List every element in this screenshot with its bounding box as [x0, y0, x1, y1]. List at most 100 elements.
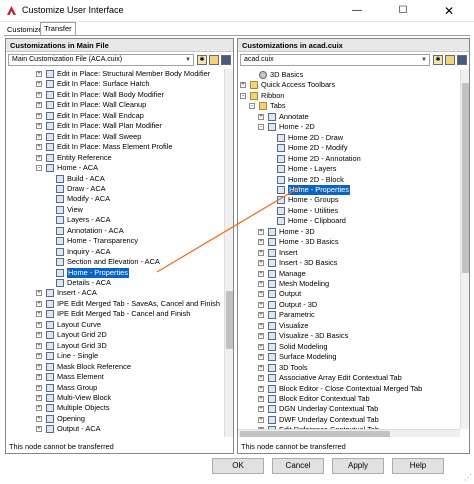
tree-node[interactable]: + Multiple Objects — [6, 403, 224, 413]
expand-icon[interactable]: + — [258, 249, 264, 256]
tree-node[interactable]: Home - Clipboard — [238, 216, 460, 226]
tree-node[interactable]: + Mask Block Reference — [6, 362, 224, 372]
tree-node[interactable]: + Line - Single — [6, 351, 224, 361]
maximize-icon[interactable]: ☐ — [380, 0, 426, 22]
tree-node[interactable]: + Edit In Place: Wall Plan Modifier — [6, 121, 224, 131]
tree-node[interactable]: Home - Utilities — [238, 206, 460, 216]
expand-icon[interactable]: + — [36, 415, 42, 422]
tree-node[interactable]: + Multi-View Block — [6, 393, 224, 403]
tree-node[interactable]: + Home - 3D Basics — [238, 237, 460, 247]
tree-node[interactable]: + DGN Underlay Contextual Tab — [238, 404, 460, 414]
tree-node[interactable]: Annotation - ACA — [6, 226, 224, 236]
tree-node[interactable]: + Edit In Place: Wall Cleanup — [6, 100, 224, 110]
expand-icon[interactable]: + — [36, 71, 42, 77]
apply-button[interactable]: Apply — [332, 458, 384, 474]
tree-node[interactable]: + Mass Group — [6, 383, 224, 393]
tree-node[interactable]: + Layout Curve — [6, 320, 224, 330]
open-folder-icon[interactable] — [209, 55, 219, 65]
collapse-icon[interactable]: - — [240, 92, 246, 99]
expand-icon[interactable]: + — [240, 82, 246, 89]
tree-node[interactable]: + Output — [238, 289, 460, 299]
expand-icon[interactable]: + — [36, 405, 42, 412]
expand-icon[interactable]: + — [36, 321, 42, 328]
save-icon[interactable] — [221, 55, 231, 65]
tree-node[interactable]: 3D Basics — [238, 70, 460, 80]
tree-node[interactable]: + Mass Element — [6, 372, 224, 382]
tree-node[interactable]: + Insert — [238, 248, 460, 258]
tree-node[interactable]: + Block Editor Contextual Tab — [238, 394, 460, 404]
expand-icon[interactable]: + — [36, 332, 42, 339]
right-hscroll-thumb[interactable] — [240, 431, 390, 437]
tree-node[interactable]: + Opening — [6, 414, 224, 424]
tree-node[interactable]: + Quick Access Toolbars — [238, 80, 460, 90]
collapse-icon[interactable]: - — [249, 103, 255, 110]
expand-icon[interactable]: + — [36, 363, 42, 370]
tree-node[interactable]: + Edit in Place: Structural Member Body M… — [6, 69, 224, 79]
close-icon[interactable]: ✕ — [426, 0, 472, 22]
expand-icon[interactable]: + — [36, 81, 42, 88]
tree-node[interactable]: + Edit In Place: Surface Hatch — [6, 79, 224, 89]
expand-icon[interactable]: + — [36, 394, 42, 401]
expand-icon[interactable]: + — [258, 270, 264, 277]
expand-icon[interactable]: + — [36, 426, 42, 433]
ok-button[interactable]: OK — [212, 458, 264, 474]
tree-node[interactable]: + Surface Modeling — [238, 352, 460, 362]
collapse-icon[interactable]: - — [258, 124, 264, 131]
right-horizontal-scrollbar[interactable] — [238, 429, 460, 437]
expand-icon[interactable]: + — [258, 343, 264, 350]
right-file-select[interactable]: acad.cuix ▼ — [240, 54, 430, 66]
tree-node[interactable]: Inquiry - ACA — [6, 247, 224, 257]
tree-node[interactable]: + Block Editor - Close Contextual Merged … — [238, 384, 460, 394]
tree-node[interactable]: + Output - 3D — [238, 300, 460, 310]
expand-icon[interactable]: + — [36, 154, 42, 161]
new-file-icon[interactable]: ✱ — [433, 55, 443, 65]
new-file-icon[interactable]: ✱ — [197, 55, 207, 65]
tree-node[interactable]: + DWF Underlay Contextual Tab — [238, 415, 460, 425]
expand-icon[interactable]: + — [36, 91, 42, 98]
tree-node[interactable]: Home 2D - Draw — [238, 133, 460, 143]
right-vertical-scrollbar[interactable] — [460, 69, 469, 429]
expand-icon[interactable]: + — [36, 342, 42, 349]
tree-node[interactable]: + Mesh Modeling — [238, 279, 460, 289]
expand-icon[interactable]: + — [36, 311, 42, 318]
tree-node[interactable]: Details - ACA — [6, 278, 224, 288]
tree-node[interactable]: +3D Tools — [238, 363, 460, 373]
expand-icon[interactable]: + — [258, 333, 264, 340]
expand-icon[interactable]: + — [36, 112, 42, 119]
tree-node[interactable]: + Associative Array Edit Contextual Tab — [238, 373, 460, 383]
expand-icon[interactable]: + — [258, 385, 264, 392]
tree-node[interactable]: - Tabs — [238, 101, 460, 111]
expand-icon[interactable]: + — [258, 228, 264, 235]
expand-icon[interactable]: + — [258, 354, 264, 361]
tree-node[interactable]: + IPE Edit Merged Tab - SaveAs, Cancel an… — [6, 299, 224, 309]
expand-icon[interactable]: + — [258, 322, 264, 329]
tree-node[interactable]: + Solid Modeling — [238, 342, 460, 352]
tab-transfer[interactable]: Transfer — [40, 22, 76, 35]
minimize-icon[interactable]: — — [334, 0, 380, 22]
expand-icon[interactable]: + — [258, 364, 264, 371]
tree-node[interactable]: - Home - 2D — [238, 122, 460, 132]
cancel-button[interactable]: Cancel — [272, 458, 324, 474]
expand-icon[interactable]: + — [36, 300, 42, 307]
expand-icon[interactable]: + — [258, 113, 264, 120]
tree-node[interactable]: + IPE Edit Merged Tab - Cancel and Finish — [6, 309, 224, 319]
tree-node[interactable]: Home 2D - Block — [238, 175, 460, 185]
tree-node[interactable]: Build - ACA — [6, 174, 224, 184]
left-file-select[interactable]: Main Customization File (ACA.cuix) ▼ — [8, 54, 194, 66]
expand-icon[interactable]: + — [36, 353, 42, 360]
tree-node[interactable]: + Manage — [238, 269, 460, 279]
tree-node[interactable]: + Home - 3D — [238, 227, 460, 237]
tree-node[interactable]: - Home - ACA — [6, 163, 224, 173]
tree-node[interactable]: + Output - ACA — [6, 424, 224, 434]
expand-icon[interactable]: + — [36, 102, 42, 109]
tree-node[interactable]: Layers - ACA — [6, 215, 224, 225]
right-scroll-thumb[interactable] — [462, 83, 469, 273]
help-button[interactable]: Help — [392, 458, 444, 474]
expand-icon[interactable]: + — [36, 133, 42, 140]
tree-node[interactable]: Home - Groups — [238, 195, 460, 205]
expand-icon[interactable]: + — [258, 406, 264, 413]
tree-node[interactable]: + Insert - ACA — [6, 288, 224, 298]
open-folder-icon[interactable] — [445, 55, 455, 65]
tree-node[interactable]: + Layout Grid 2D — [6, 330, 224, 340]
tree-node[interactable]: + Visualize - 3D Basics — [238, 331, 460, 341]
